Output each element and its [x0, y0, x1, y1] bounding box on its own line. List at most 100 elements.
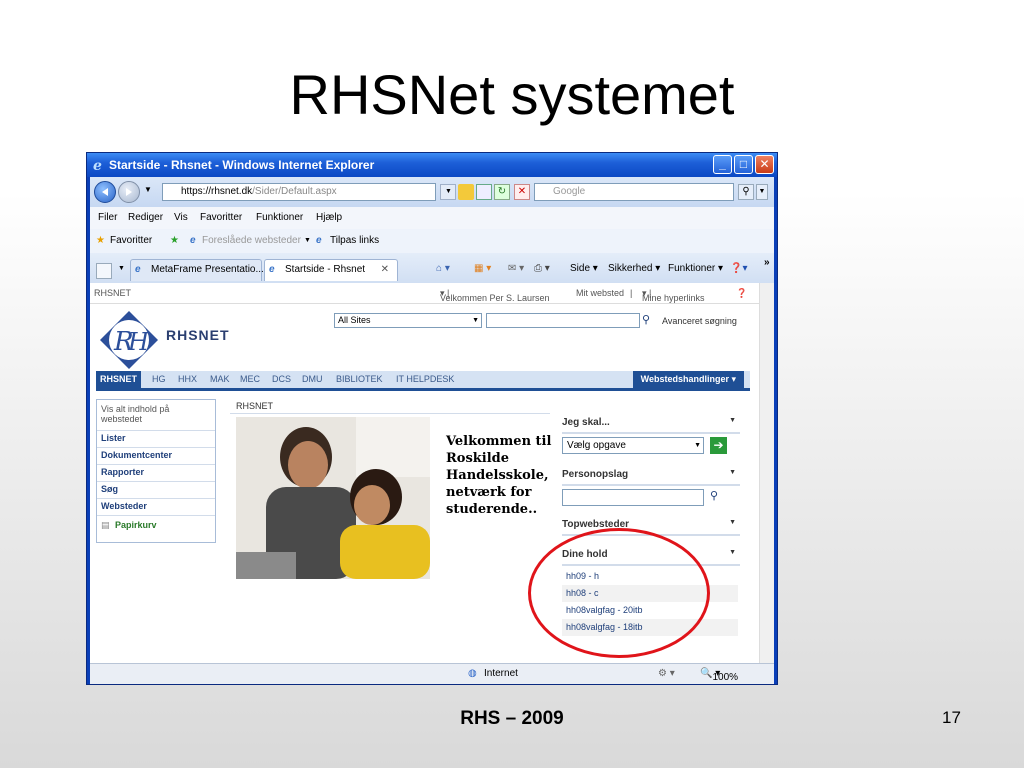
tab-metaframe[interactable]: e MetaFrame Presentatio...	[130, 259, 264, 281]
slide-title: RHSNet systemet	[289, 63, 735, 126]
favorites-bar: ★ Favoritter ★ e Foreslåede websteder ▼ …	[90, 229, 774, 254]
protected-mode-icon[interactable]: ⚙ ▾	[658, 668, 675, 679]
task-select[interactable]: Vælg opgave ▼	[562, 437, 704, 454]
stop-icon[interactable]: ✕	[514, 184, 530, 200]
nav-rhsnet[interactable]: RHSNET	[96, 371, 142, 388]
chevron-down-icon[interactable]: ▼	[729, 519, 736, 526]
help-icon-page[interactable]: ❓	[736, 288, 747, 299]
advanced-search-link[interactable]: Avanceret søgning	[662, 316, 737, 326]
menu-vis[interactable]: Vis	[174, 212, 188, 223]
scope-select[interactable]: All Sites ▼	[334, 313, 482, 328]
nav-dmu[interactable]: DMU	[302, 374, 323, 384]
ql-lister[interactable]: Lister	[101, 433, 126, 443]
address-bar: ▼ https://rhsnet.dk/Sider/Default.aspx ▼…	[90, 177, 774, 207]
refresh-icon[interactable]: ↻	[494, 184, 510, 200]
tab-list-icon[interactable]: ▼	[118, 265, 125, 272]
quick-launch: Vis alt indhold på webstedet Lister Doku…	[96, 399, 216, 543]
ql-soeg[interactable]: Søg	[101, 484, 118, 494]
tips-link[interactable]: Tilpas links	[330, 235, 379, 246]
chevron-more-icon[interactable]: »	[764, 257, 770, 268]
nav-hg[interactable]: HG	[152, 374, 166, 384]
person-search-input[interactable]	[562, 489, 704, 506]
history-dropdown-icon[interactable]: ▼	[144, 185, 152, 194]
nav-it-helpdesk[interactable]: IT HELPDESK	[396, 374, 454, 384]
zoom-control[interactable]: 🔍 100% ▾	[700, 668, 738, 683]
help-icon[interactable]: ❓▾	[730, 263, 747, 274]
site-actions-menu[interactable]: Webstedshandlinger ▾	[632, 371, 744, 388]
tab-startside-label: Startside - Rhsnet	[285, 264, 366, 275]
home-icon[interactable]: ⌂ ▾	[436, 263, 450, 274]
page-header: RHSNET	[230, 399, 550, 414]
close-tab-icon[interactable]: ✕	[381, 260, 389, 280]
url-dropdown-icon[interactable]: ▼	[440, 184, 456, 200]
maximize-button[interactable]: □	[734, 155, 753, 174]
ql-websteder[interactable]: Websteder	[101, 501, 147, 511]
nav-mec[interactable]: MEC	[240, 374, 260, 384]
chevron-down-icon[interactable]: ▼	[729, 469, 736, 476]
menu-hjaelp[interactable]: Hjælp	[316, 212, 342, 223]
nav-dcs[interactable]: DCS	[272, 374, 291, 384]
menu-funktioner[interactable]: Funktioner	[256, 212, 303, 223]
menu-rediger[interactable]: Rediger	[128, 212, 163, 223]
add-favorite-icon[interactable]: ★	[170, 235, 179, 246]
chevron-down-icon[interactable]: ▼	[729, 549, 736, 556]
tab-startside[interactable]: e Startside - Rhsnet ✕	[264, 259, 398, 281]
compatibility-icon[interactable]	[476, 184, 492, 200]
minimize-button[interactable]: _	[713, 155, 732, 174]
star-icon: ★	[96, 235, 105, 246]
url-input[interactable]: https://rhsnet.dk/Sider/Default.aspx	[162, 183, 436, 201]
sikkerhed-menu[interactable]: Sikkerhed ▾	[608, 263, 660, 274]
title-bar: e Startside - Rhsnet - Windows Internet …	[87, 153, 777, 177]
funktioner-menu[interactable]: Funktioner ▾	[668, 263, 723, 274]
site-search-input[interactable]	[486, 313, 640, 328]
ql-papirkurv[interactable]: Papirkurv	[115, 520, 157, 530]
forward-button[interactable]	[118, 181, 140, 203]
ql-rapporter[interactable]: Rapporter	[101, 467, 144, 477]
search-input[interactable]: Google	[534, 183, 734, 201]
nav-mak[interactable]: MAK	[210, 374, 230, 384]
menu-favoritter[interactable]: Favoritter	[200, 212, 242, 223]
forward-arrow-icon	[126, 188, 132, 196]
zoom-label: 100%	[712, 672, 739, 683]
print-icon[interactable]: ⎙ ▾	[534, 263, 550, 274]
url-prefix: https://	[181, 186, 212, 197]
close-button[interactable]: ✕	[755, 155, 774, 174]
highlight-oval	[528, 528, 710, 658]
tab-metaframe-label: MetaFrame Presentatio...	[151, 264, 264, 275]
menu-filer[interactable]: Filer	[98, 212, 117, 223]
feeds-icon[interactable]: ▦ ▾	[474, 263, 491, 274]
search-options-icon[interactable]: ▼	[756, 184, 768, 200]
search-go-icon[interactable]: ⚲	[642, 313, 650, 326]
nav-hhx[interactable]: HHX	[178, 374, 197, 384]
favorites-button[interactable]: Favoritter	[110, 235, 152, 246]
task-select-label: Vælg opgave	[567, 440, 626, 451]
my-site-link[interactable]: Mit websted	[576, 288, 624, 298]
nav-bibliotek[interactable]: BIBLIOTEK	[336, 374, 383, 384]
side-menu[interactable]: Side ▾	[570, 263, 598, 274]
sharepoint-top-bar: RHSNET Velkommen Per S. Laursen ▾ | Mit …	[90, 283, 760, 304]
ie-icon-small-2: e	[316, 235, 322, 246]
search-icon[interactable]: ⚲	[738, 184, 754, 200]
top-navigation: RHSNET HG HHX MAK MEC DCS DMU BIBLIOTEK …	[96, 371, 750, 391]
ql-dokumentcenter[interactable]: Dokumentcenter	[101, 450, 172, 460]
vertical-scrollbar[interactable]	[759, 283, 774, 663]
chevron-down-icon[interactable]: ▼	[729, 417, 736, 424]
url-host: rhsnet.dk	[211, 186, 253, 197]
welcome-user-menu[interactable]: Velkommen Per S. Laursen ▾ |	[440, 288, 550, 303]
quick-tabs-icon[interactable]	[96, 263, 112, 279]
person-search-icon[interactable]: ⚲	[710, 489, 718, 502]
mail-icon[interactable]: ✉ ▾	[508, 263, 524, 274]
my-links-menu[interactable]: Mine hyperlinks ▾ |	[642, 288, 705, 303]
suggested-dropdown-icon[interactable]: ▼	[304, 237, 311, 244]
view-all-content-link[interactable]: Vis alt indhold på webstedet	[101, 404, 209, 424]
chevron-down-icon: ▼	[694, 442, 701, 449]
go-arrow-button[interactable]: ➔	[710, 437, 727, 454]
welcome-text: Velkommen til Roskilde Handelsskole, net…	[446, 434, 552, 517]
ie-tab-icon-2: e	[269, 264, 275, 275]
suggested-sites-link[interactable]: Foreslåede websteder	[202, 235, 301, 246]
personopslag-label: Personopslag	[562, 469, 629, 480]
page-header-label: RHSNET	[236, 401, 274, 411]
status-bar: ◍ Internet ⚙ ▾ 🔍 100% ▾	[90, 663, 774, 684]
back-button[interactable]	[94, 181, 116, 203]
lock-icon[interactable]	[458, 184, 474, 200]
